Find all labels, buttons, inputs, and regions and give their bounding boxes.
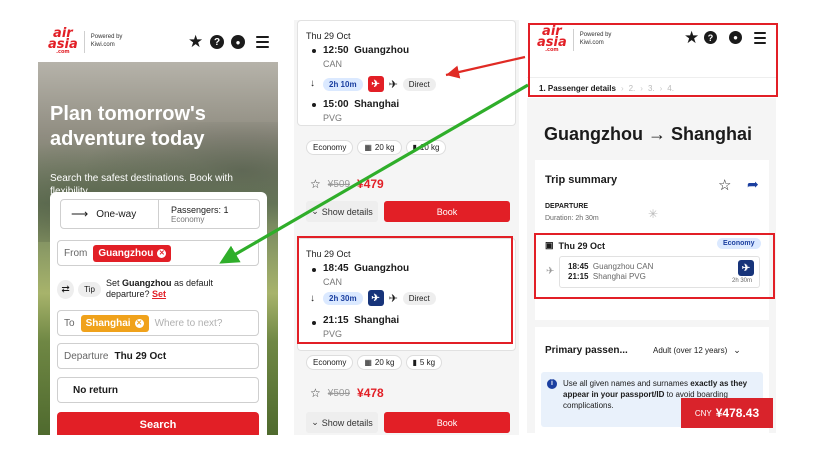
departure-duration: Duration: 2h 30m <box>545 215 599 222</box>
arr-time: 15:00 Shanghai <box>323 99 400 110</box>
partner-name: Kiwi.com <box>90 41 115 48</box>
trip-type-value: One-way <box>96 208 137 220</box>
chevron-down-icon: ⌄ <box>311 417 319 427</box>
chevron-down-icon: ⌄ <box>733 345 741 355</box>
trip-type-select[interactable]: ⟶ One-way <box>60 199 159 229</box>
price-row: ☆ ¥509 ¥478 <box>310 386 384 400</box>
arr-code: PVG <box>323 113 343 123</box>
departure-label: Departure <box>64 350 109 362</box>
highlight-segment-summary <box>534 233 775 299</box>
fare-info-row: Economy ▦ 20 kg ▮ 5 kg <box>306 355 446 370</box>
old-price: ¥509 <box>327 178 351 190</box>
info-icon: i <box>547 379 557 389</box>
show-details-button[interactable]: ⌄ Show details <box>306 412 378 433</box>
direct-pill: Direct <box>402 77 436 91</box>
to-city-text: Shanghai <box>85 317 131 329</box>
plane-icon: ✈ <box>388 78 398 91</box>
from-city-chip[interactable]: Guangzhou ✕ <box>93 244 172 262</box>
suitcase-icon: ▦ <box>364 143 372 152</box>
book-button[interactable]: Book <box>384 201 510 222</box>
passengers-value: Passengers: 1 <box>171 204 229 215</box>
to-placeholder: Where to next? <box>154 317 223 329</box>
from-city-text: Guangzhou <box>98 247 154 259</box>
menu-icon[interactable] <box>256 36 269 51</box>
passenger-heading: Primary passen... <box>545 345 628 356</box>
total-price-button[interactable]: CNY ¥478.43 <box>681 398 773 428</box>
result-card-1[interactable]: Thu 29 Oct 12:50 Guangzhou CAN ↓ 2h 10m … <box>297 20 516 126</box>
to-field[interactable]: To Shanghai ✕ Where to next? <box>57 310 259 336</box>
powered-by-label: Powered by <box>90 34 123 41</box>
cabin-bag-pill: ▮ 10 kg <box>405 140 447 155</box>
tip-row: ⇄ Tip Set Guangzhou as default departure… <box>57 272 259 306</box>
chevron-down-icon: ⌄ <box>311 206 319 216</box>
loading-spinner-icon: ✳ <box>648 207 659 221</box>
suitcase-icon: ▦ <box>364 358 372 367</box>
departure-field[interactable]: Departure Thu 29 Oct <box>57 343 259 369</box>
tip-badge: Tip <box>78 281 101 297</box>
airasia-logo[interactable]: air asia .com Powered by Kiwi.com <box>48 27 123 55</box>
clear-from-icon[interactable]: ✕ <box>157 248 167 258</box>
sichuan-airlines-logo: ✈ <box>367 76 384 92</box>
search-panel: air asia .com Powered by Kiwi.com ★ ? ● … <box>38 20 278 435</box>
departure-value: Thu 29 Oct <box>114 350 167 362</box>
old-price: ¥509 <box>327 387 351 399</box>
price-currency: CNY <box>694 408 712 418</box>
cabin-value: Economy <box>171 214 205 224</box>
route-title: Guangzhou → Shanghai <box>544 124 752 144</box>
checked-bag-pill: ▦ 20 kg <box>357 140 402 155</box>
highlight-result-2 <box>297 236 513 344</box>
star-icon[interactable]: ★ <box>188 32 203 52</box>
cabin-bag-pill: ▮ 5 kg <box>405 355 443 370</box>
summary-title: Trip summary <box>545 174 618 186</box>
to-city-chip[interactable]: Shanghai ✕ <box>80 314 149 332</box>
dep-time: 12:50 Guangzhou <box>323 45 410 56</box>
segment-pills: 2h 10m ✈ ✈ Direct <box>323 76 436 92</box>
set-default-link[interactable]: Set <box>152 289 166 299</box>
down-arrow-icon: ↓ <box>310 78 315 89</box>
swap-icon[interactable]: ⇄ <box>57 279 75 299</box>
checked-bag-pill: ▦ 20 kg <box>357 355 402 370</box>
from-label: From <box>64 247 88 259</box>
hero-title: Plan tomorrow's adventure today <box>50 103 206 150</box>
return-field[interactable]: No return <box>57 377 259 403</box>
favorite-star-icon[interactable]: ☆ <box>310 386 321 400</box>
price-row: ☆ ¥509 ¥479 <box>310 177 384 191</box>
return-value: No return <box>73 384 118 396</box>
clear-to-icon[interactable]: ✕ <box>134 318 144 328</box>
bag-icon: ▮ <box>412 358 417 367</box>
to-label: To <box>64 317 75 329</box>
timeline-dot <box>312 103 316 107</box>
current-price: ¥478 <box>357 386 384 400</box>
current-price: ¥479 <box>357 177 384 191</box>
price-amount: ¥478.43 <box>715 406 760 420</box>
search-form: ⟶ One-way Passengers: 1 Economy From Gua… <box>50 192 267 435</box>
duration-pill: 2h 10m <box>323 77 363 91</box>
tip-text: Set Guangzhou as default departure? Set <box>105 278 214 299</box>
passengers-select[interactable]: Passengers: 1 Economy <box>158 199 260 229</box>
search-button[interactable]: Search <box>57 412 259 435</box>
bag-icon: ▮ <box>412 143 417 152</box>
show-details-button[interactable]: ⌄ Show details <box>306 201 378 222</box>
fare-info-row: Economy ▦ 20 kg ▮ 10 kg <box>306 140 450 155</box>
from-field[interactable]: From Guangzhou ✕ <box>57 240 259 266</box>
book-button[interactable]: Book <box>384 412 510 433</box>
results-panel: Thu 29 Oct 12:50 Guangzhou CAN ↓ 2h 10m … <box>294 20 519 435</box>
arrow-right-icon: ⟶ <box>71 207 89 221</box>
help-icon[interactable]: ? <box>210 35 224 49</box>
favorite-star-icon[interactable]: ☆ <box>718 176 731 194</box>
account-icon[interactable]: ● <box>231 35 245 49</box>
passenger-type-select[interactable]: Adult (over 12 years) ⌄ <box>653 345 741 356</box>
cabin-pill: Economy <box>306 140 354 155</box>
result-date: Thu 29 Oct <box>306 31 351 41</box>
cabin-pill: Economy <box>306 355 354 370</box>
timeline-dot <box>312 49 316 53</box>
departure-heading: DEPARTURE <box>545 203 589 210</box>
dep-code: CAN <box>323 59 343 69</box>
favorite-star-icon[interactable]: ☆ <box>310 177 321 191</box>
highlight-booking-header <box>528 23 778 97</box>
share-icon[interactable]: ➦ <box>747 176 759 193</box>
